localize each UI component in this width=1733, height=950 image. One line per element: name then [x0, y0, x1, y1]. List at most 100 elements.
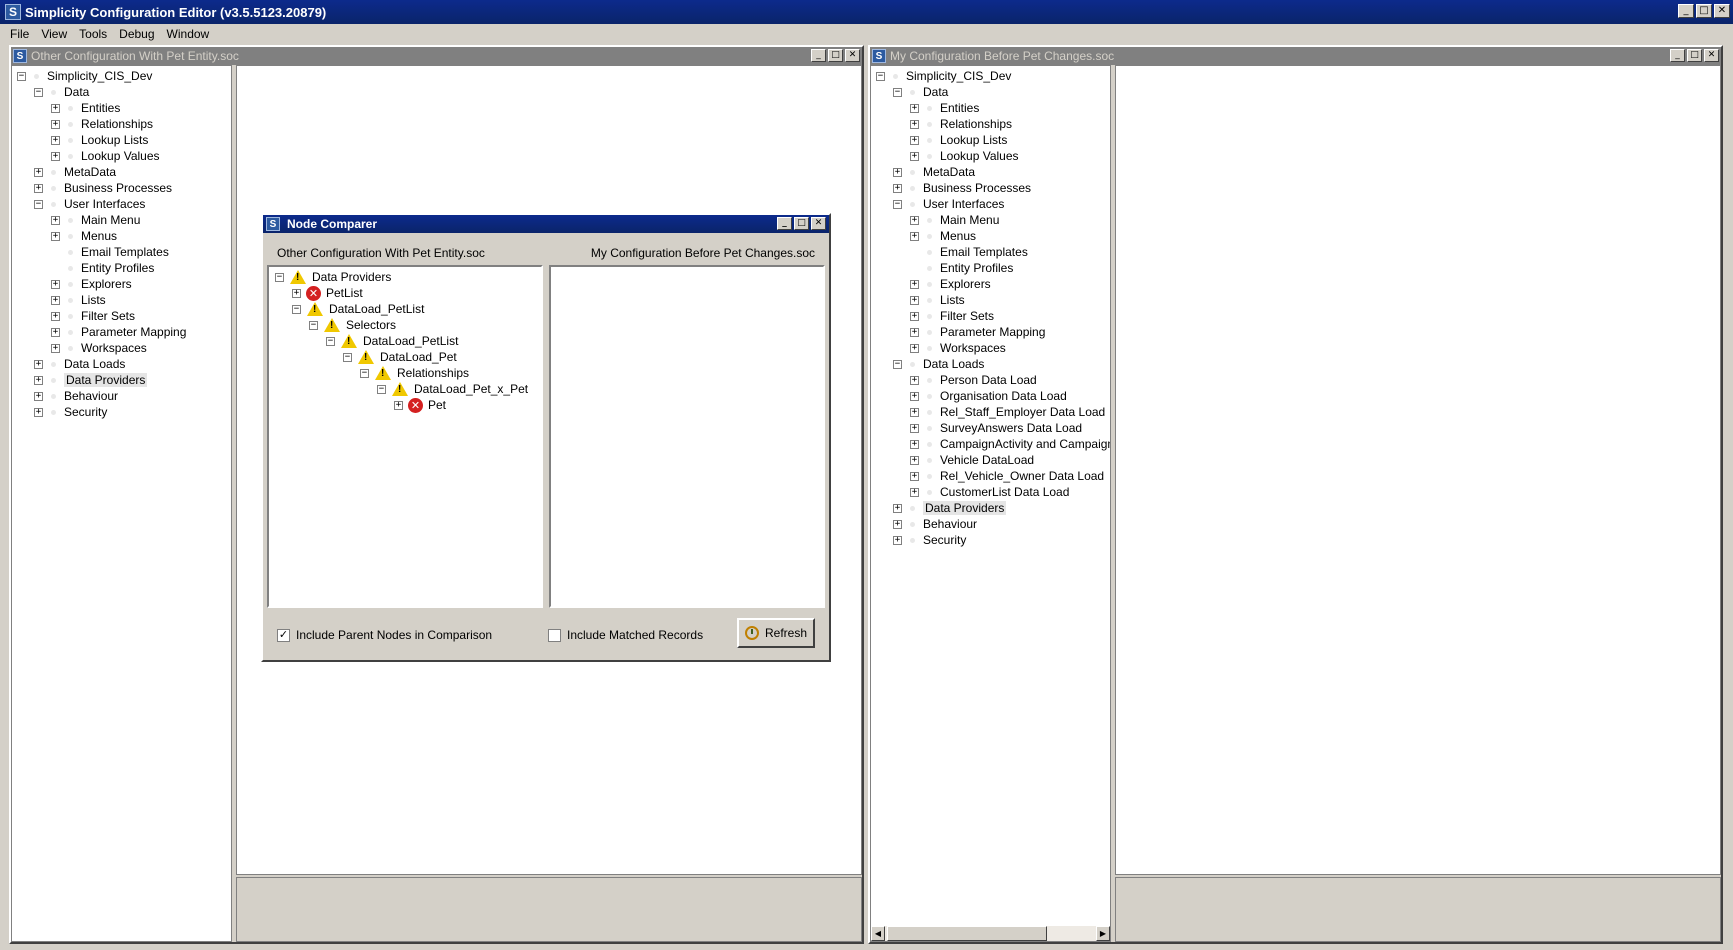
expand-icon[interactable]: +	[910, 471, 919, 481]
tree-node-dataload-pet[interactable]: − DataLoad_Pet	[269, 349, 541, 365]
expand-icon[interactable]: +	[51, 327, 60, 337]
expand-icon[interactable]: +	[51, 119, 60, 129]
minimize-button[interactable]: _	[777, 217, 792, 230]
expand-icon[interactable]: +	[910, 327, 919, 337]
expand-icon[interactable]: +	[51, 311, 60, 321]
tree-node-person-data-load[interactable]: + Person Data Load	[871, 372, 1110, 388]
tree-node-main-menu[interactable]: + Main Menu	[871, 212, 1110, 228]
tree-node-main-menu[interactable]: + Main Menu	[12, 212, 231, 228]
collapse-icon[interactable]: −	[893, 359, 902, 369]
maximize-button[interactable]: □	[1696, 4, 1712, 18]
tree-node-menus[interactable]: + Menus	[871, 228, 1110, 244]
menu-file[interactable]: File	[4, 27, 35, 41]
expand-icon[interactable]: +	[910, 119, 919, 129]
expand-icon[interactable]: +	[910, 295, 919, 305]
tree-node-data[interactable]: − Data	[12, 84, 231, 100]
collapse-icon[interactable]: −	[326, 336, 335, 346]
expand-icon[interactable]: +	[51, 103, 60, 113]
minimize-button[interactable]: _	[811, 49, 826, 62]
tree-node-parameter-mapping[interactable]: + Parameter Mapping	[12, 324, 231, 340]
expand-icon[interactable]: +	[34, 407, 43, 417]
minimize-button[interactable]: _	[1678, 4, 1694, 18]
tree-node-entities[interactable]: + Entities	[871, 100, 1110, 116]
collapse-icon[interactable]: −	[343, 352, 352, 362]
tree-node-data-providers[interactable]: + Data Providers	[12, 372, 231, 388]
expand-icon[interactable]: +	[893, 183, 902, 193]
expand-icon[interactable]: +	[910, 279, 919, 289]
expand-icon[interactable]: +	[893, 167, 902, 177]
tree-node-data-providers[interactable]: + Data Providers	[871, 500, 1110, 516]
tree-node-user-interfaces[interactable]: − User Interfaces	[12, 196, 231, 212]
collapse-icon[interactable]: −	[34, 199, 43, 209]
tree-node-email-templates[interactable]: Email Templates	[12, 244, 231, 260]
tree-node-security[interactable]: + Security	[12, 404, 231, 420]
collapse-icon[interactable]: −	[893, 87, 902, 97]
tree-node-workspaces[interactable]: + Workspaces	[871, 340, 1110, 356]
tree-node-relationships[interactable]: + Relationships	[871, 116, 1110, 132]
expand-icon[interactable]: +	[51, 215, 60, 225]
tree-node-lookup-values[interactable]: + Lookup Values	[871, 148, 1110, 164]
menu-view[interactable]: View	[35, 27, 73, 41]
tree-node-organisation-data-load[interactable]: + Organisation Data Load	[871, 388, 1110, 404]
tree-node-business-processes[interactable]: + Business Processes	[871, 180, 1110, 196]
expand-icon[interactable]: +	[910, 103, 919, 113]
close-button[interactable]: ✕	[1714, 4, 1730, 18]
tree-node-pet[interactable]: + ✕ Pet	[269, 397, 541, 413]
close-button[interactable]: ✕	[811, 217, 826, 230]
scroll-right-arrow-icon[interactable]: ▶	[1096, 926, 1110, 941]
tree-node-vehicle-dataload[interactable]: + Vehicle DataLoad	[871, 452, 1110, 468]
collapse-icon[interactable]: −	[360, 368, 369, 378]
tree-node-petlist[interactable]: + ✕ PetList	[269, 285, 541, 301]
menu-window[interactable]: Window	[161, 27, 216, 41]
tree-node-explorers[interactable]: + Explorers	[871, 276, 1110, 292]
include-parent-checkbox[interactable]: ✓	[277, 628, 290, 642]
tree-node-entities[interactable]: + Entities	[12, 100, 231, 116]
tree-node-user-interfaces[interactable]: − User Interfaces	[871, 196, 1110, 212]
tree-node-menus[interactable]: + Menus	[12, 228, 231, 244]
maximize-button[interactable]: □	[1687, 49, 1702, 62]
expand-icon[interactable]: +	[34, 167, 43, 177]
tree-node-lists[interactable]: + Lists	[12, 292, 231, 308]
tree-node-data-loads[interactable]: − Data Loads	[871, 356, 1110, 372]
tree-node-entity-profiles[interactable]: Entity Profiles	[12, 260, 231, 276]
refresh-button[interactable]: Refresh	[737, 618, 815, 648]
right-tree-hscrollbar[interactable]: ◀ ▶	[871, 925, 1110, 941]
expand-icon[interactable]: +	[292, 288, 301, 298]
expand-icon[interactable]: +	[34, 375, 43, 385]
expand-icon[interactable]: +	[910, 311, 919, 321]
expand-icon[interactable]: +	[910, 375, 919, 385]
expand-icon[interactable]: +	[51, 231, 60, 241]
include-parent-option[interactable]: ✓ Include Parent Nodes in Comparison	[277, 628, 492, 642]
tree-node-filter-sets[interactable]: + Filter Sets	[12, 308, 231, 324]
tree-node-simplicity-cis-dev[interactable]: − Simplicity_CIS_Dev	[12, 68, 231, 84]
expand-icon[interactable]: +	[34, 391, 43, 401]
expand-icon[interactable]: +	[910, 151, 919, 161]
tree-node-rel-staff-employer-data-load[interactable]: + Rel_Staff_Employer Data Load	[871, 404, 1110, 420]
tree-node-email-templates[interactable]: Email Templates	[871, 244, 1110, 260]
tree-node-workspaces[interactable]: + Workspaces	[12, 340, 231, 356]
tree-node-selectors[interactable]: − Selectors	[269, 317, 541, 333]
scroll-thumb[interactable]	[887, 926, 1047, 941]
collapse-icon[interactable]: −	[309, 320, 318, 330]
collapse-icon[interactable]: −	[893, 199, 902, 209]
close-button[interactable]: ✕	[845, 49, 860, 62]
collapse-icon[interactable]: −	[377, 384, 386, 394]
tree-node-lookup-lists[interactable]: + Lookup Lists	[12, 132, 231, 148]
expand-icon[interactable]: +	[910, 423, 919, 433]
expand-icon[interactable]: +	[910, 343, 919, 353]
expand-icon[interactable]: +	[910, 439, 919, 449]
tree-node-data-providers[interactable]: − Data Providers	[269, 269, 541, 285]
minimize-button[interactable]: _	[1670, 49, 1685, 62]
expand-icon[interactable]: +	[893, 535, 902, 545]
tree-node-dataload-petlist[interactable]: − DataLoad_PetList	[269, 301, 541, 317]
expand-icon[interactable]: +	[51, 135, 60, 145]
tree-node-dataload-petlist[interactable]: − DataLoad_PetList	[269, 333, 541, 349]
menu-debug[interactable]: Debug	[113, 27, 160, 41]
tree-node-lists[interactable]: + Lists	[871, 292, 1110, 308]
tree-node-lookup-values[interactable]: + Lookup Values	[12, 148, 231, 164]
expand-icon[interactable]: +	[893, 503, 902, 513]
scroll-left-arrow-icon[interactable]: ◀	[871, 926, 885, 941]
tree-node-filter-sets[interactable]: + Filter Sets	[871, 308, 1110, 324]
expand-icon[interactable]: +	[910, 455, 919, 465]
left-tree-pane[interactable]: − Simplicity_CIS_Dev − Data + Entities + Relati…	[11, 65, 232, 942]
